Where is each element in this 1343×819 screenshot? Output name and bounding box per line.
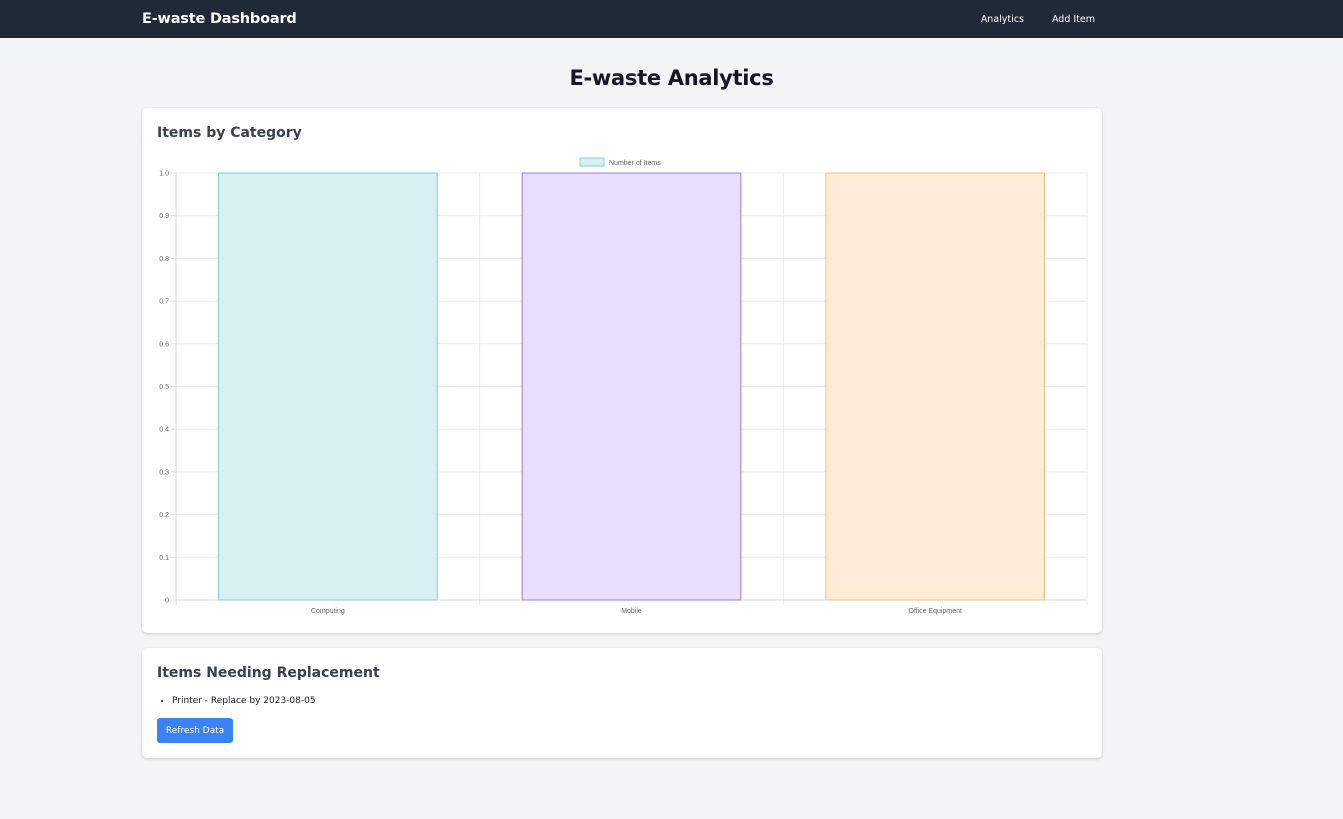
nav-links: Analytics Add Item	[953, 14, 1102, 25]
bar-mobile	[521, 172, 742, 601]
brand-title[interactable]: E-waste Dashboard	[142, 11, 297, 27]
y-tick-label: 0.2	[159, 512, 169, 519]
legend-label: Number of Items	[609, 160, 661, 167]
category-chart-card: Items by Category 0 0.1 0.2 0.3 0.4 0.5 0.6 0.7…	[142, 108, 1102, 633]
refresh-data-button[interactable]: Refresh Data	[157, 718, 233, 743]
x-tick-label: Mobile	[621, 608, 642, 615]
list-item: Printer - Replace by 2023-08-05	[172, 695, 316, 707]
top-navbar: E-waste Dashboard Analytics Add Item	[0, 0, 1343, 38]
x-tick-label: Computing	[311, 608, 345, 615]
bar-office-equipment	[825, 172, 1045, 601]
y-tick-label: 0.1	[159, 555, 169, 562]
y-tick-label: 0.6	[159, 341, 169, 348]
y-tick-label: 0.9	[159, 213, 169, 220]
y-tick-label: 0.3	[159, 469, 169, 476]
y-tick-label: 0.4	[159, 427, 169, 434]
replacement-list: Printer - Replace by 2023-08-05	[172, 695, 316, 707]
y-tick-label: 1.0	[159, 171, 169, 178]
nav-link-analytics[interactable]: Analytics	[981, 14, 1024, 25]
y-tick-label: 0.8	[159, 256, 169, 263]
x-tick-label: Office Equipment	[908, 608, 962, 615]
category-bar-chart: 0 0.1 0.2 0.3 0.4 0.5 0.6 0.7 0.8 0.9 1.0 Computing…	[159, 157, 1088, 615]
y-tick-label: 0.5	[159, 384, 169, 391]
navbar-inner: E-waste Dashboard Analytics Add Item	[142, 0, 1102, 38]
replacement-card: Items Needing Replacement Printer - Repl…	[142, 648, 1102, 758]
y-tick-label: 0.7	[159, 299, 169, 306]
replacement-card-title: Items Needing Replacement	[157, 665, 380, 681]
y-tick-label: 0	[165, 598, 169, 605]
bar-computing	[218, 172, 438, 601]
page-title: E-waste Analytics	[569, 66, 774, 90]
nav-link-add-item[interactable]: Add Item	[1052, 14, 1095, 25]
legend-swatch	[579, 157, 605, 167]
